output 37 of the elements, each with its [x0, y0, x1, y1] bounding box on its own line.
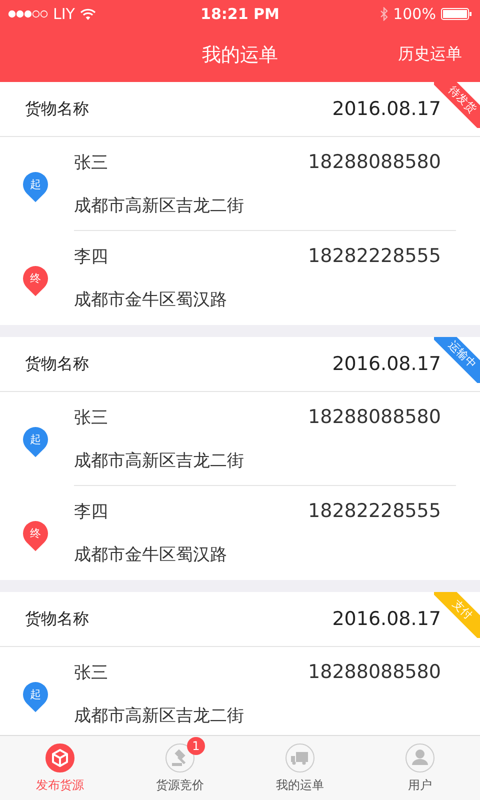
bluetooth-icon [380, 6, 388, 20]
signal-icon [8, 10, 48, 18]
notification-badge: 1 [187, 736, 205, 754]
phone-number: 18282228555 [308, 500, 441, 523]
carrier-name: LIY [53, 4, 75, 22]
contact-name: 李四 [74, 246, 108, 268]
contact-name: 李四 [74, 501, 108, 523]
gavel-icon [165, 742, 195, 772]
battery-icon [440, 8, 472, 20]
tab-item[interactable]: 用户 [360, 736, 480, 800]
tab-item[interactable]: 1 货源竞价 [120, 736, 240, 800]
truck-icon [285, 742, 315, 772]
battery-percent: 100% [393, 4, 436, 22]
phone-number: 18288088580 [308, 406, 441, 428]
address: 成都市高新区吉龙二街 [74, 194, 245, 216]
status-time: 18:21 PM [200, 4, 280, 22]
order-card[interactable]: 货物名称 2016.08.17 支付 起 张三 18288088580 成都市高新区吉龙二街 [0, 592, 480, 735]
phone-number: 18288088580 [308, 150, 441, 174]
cargo-name: 货物名称 [25, 354, 89, 374]
phone-number: 18282228555 [308, 245, 441, 268]
order-card[interactable]: 货物名称 2016.08.17 待发货 起 张三 18288088580 成都市高新区吉龙二街 终 李四 18282228555 成都市金牛区蜀汉路 [0, 82, 480, 325]
page-title: 我的运单 [202, 42, 278, 68]
user-icon [405, 742, 435, 772]
wifi-icon [80, 8, 96, 20]
contact-name: 张三 [74, 662, 108, 684]
address: 成都市金牛区蜀汉路 [74, 289, 228, 311]
phone-number: 18288088580 [308, 661, 441, 684]
cargo-name: 货物名称 [25, 608, 89, 630]
cargo-name: 货物名称 [25, 98, 89, 120]
contact-name: 张三 [74, 406, 108, 428]
address: 成都市高新区吉龙二街 [74, 450, 245, 472]
address: 成都市金牛区蜀汉路 [74, 544, 228, 566]
tab-item[interactable]: 我的运单 [240, 736, 360, 800]
order-card[interactable]: 货物名称 2016.08.17 运输中 起 张三 18288088580 成都市高新区吉龙二街 终 李四 18282228555 成都市金牛区蜀汉路 [0, 337, 480, 580]
contact-name: 张三 [74, 152, 108, 174]
cube-icon [45, 742, 75, 772]
address: 成都市高新区吉龙二街 [74, 705, 245, 727]
